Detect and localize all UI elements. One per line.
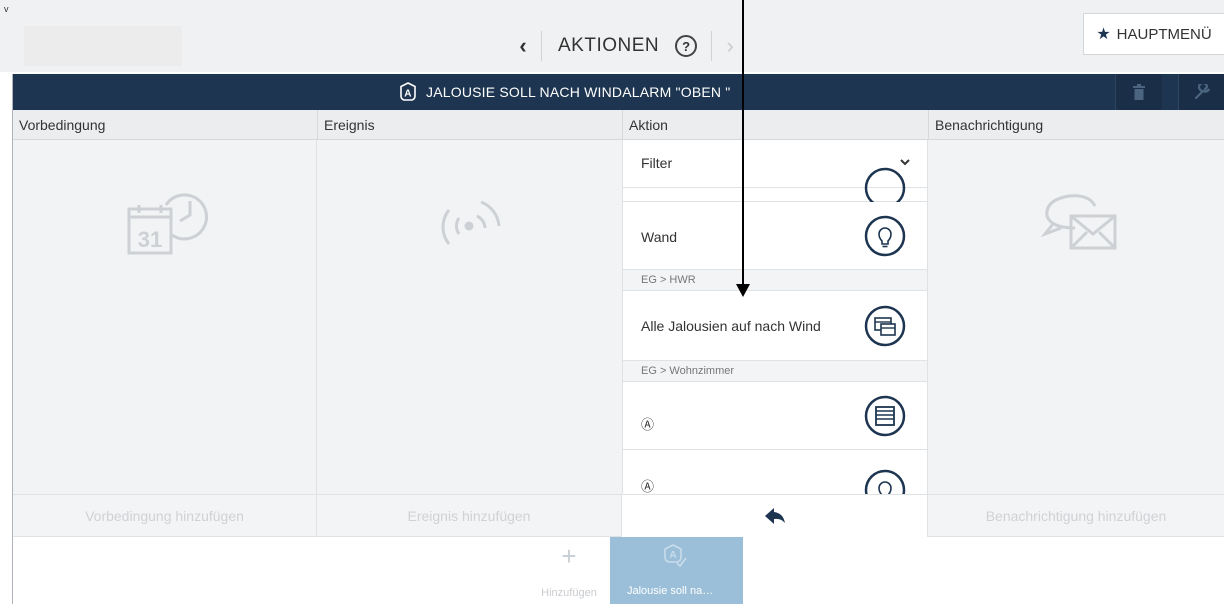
automation-icon: A xyxy=(400,82,416,101)
list-item[interactable]: Alle Jalousien auf nach Wind xyxy=(623,291,927,361)
filter-label: Filter xyxy=(641,155,673,171)
add-label: Hinzufügen xyxy=(541,587,597,599)
corner-mark: v xyxy=(4,4,9,14)
main-menu-label: HAUPTMENÜ xyxy=(1116,25,1212,43)
column-header-benachrichtigung: Benachrichtigung xyxy=(928,110,1224,140)
column-header-ereignis: Ereignis xyxy=(317,110,623,140)
trash-icon xyxy=(1133,84,1145,100)
active-tab-label: Jalousie soll na… xyxy=(627,585,714,597)
list-item[interactable]: Ⓐ xyxy=(623,450,927,494)
message-mail-icon xyxy=(1041,194,1117,250)
annotation-arrow-head xyxy=(736,284,750,297)
annotation-arrow-line xyxy=(742,0,744,288)
page-navigation: ‹ AKTIONEN ? › xyxy=(505,30,748,62)
add-benachrichtigung-button[interactable]: Benachrichtigung hinzufügen xyxy=(928,495,1224,537)
back-button[interactable]: ‹ xyxy=(505,30,541,62)
active-automation-tab[interactable]: A Jalousie soll na… xyxy=(610,537,743,604)
logo-placeholder xyxy=(24,26,182,66)
list-item-label: Wand xyxy=(641,229,678,245)
svg-text:31: 31 xyxy=(138,227,162,252)
bottom-tab-bar: + Hinzufügen A Jalousie soll na… xyxy=(13,537,1224,604)
add-vorbedingung-button[interactable]: Vorbedingung hinzufügen xyxy=(13,495,317,537)
svg-text:A: A xyxy=(669,550,676,561)
list-item[interactable]: Ⓐ xyxy=(623,382,927,450)
list-item[interactable]: Wand xyxy=(623,202,927,270)
automation-icon: A xyxy=(664,544,687,568)
blind-icon xyxy=(864,395,906,437)
automation-title-text: JALOUSIE SOLL NACH WINDALARM "OBEN " xyxy=(426,84,731,100)
ereignis-area xyxy=(317,140,623,494)
blind-group-icon xyxy=(864,305,906,347)
list-item-label: Alle Jalousien auf nach Wind xyxy=(641,318,821,334)
wrench-icon xyxy=(1194,84,1210,100)
column-footer: Vorbedingung hinzufügen Ereignis hinzufü… xyxy=(13,494,1224,537)
action-list: Filter Wand EG > HWR Alle Jalousien auf … xyxy=(622,140,928,494)
add-automation-button[interactable]: + Hinzufügen xyxy=(528,537,610,604)
back-to-action-button[interactable] xyxy=(622,495,928,537)
list-item[interactable] xyxy=(623,167,927,209)
bulb-icon xyxy=(864,215,906,257)
page-title: AKTIONEN xyxy=(558,35,660,56)
delete-button[interactable] xyxy=(1115,74,1162,110)
list-item-label: Ⓐ xyxy=(641,417,655,432)
room-header: EG > HWR xyxy=(623,270,927,291)
room-header: EG > Wohnzimmer xyxy=(623,361,927,382)
svg-text:A: A xyxy=(404,89,411,100)
settings-button[interactable] xyxy=(1178,74,1224,110)
list-item-label: Ⓐ xyxy=(641,479,655,494)
column-header-vorbedingung: Vorbedingung xyxy=(19,117,106,133)
column-headers: Vorbedingung Ereignis Aktion Benachricht… xyxy=(13,110,1224,140)
vorbedingung-area: 31 xyxy=(13,140,317,494)
signal-icon xyxy=(441,200,501,245)
add-ereignis-button[interactable]: Ereignis hinzufügen xyxy=(317,495,622,537)
help-button[interactable]: ? xyxy=(675,35,698,57)
bulb-icon xyxy=(864,469,906,494)
star-icon: ★ xyxy=(1096,26,1111,43)
automation-title: A JALOUSIE SOLL NACH WINDALARM "OBEN " xyxy=(398,74,730,110)
top-bar: v ‹ AKTIONEN ? › ★ HAUPTMENÜ xyxy=(0,0,1224,72)
column-header-aktion: Aktion xyxy=(622,110,928,140)
automation-title-bar: A JALOUSIE SOLL NACH WINDALARM "OBEN " xyxy=(13,74,1224,110)
calendar-clock-icon: 31 xyxy=(127,193,208,255)
main-menu-button[interactable]: ★ HAUPTMENÜ xyxy=(1083,13,1224,55)
reply-arrow-icon xyxy=(764,508,785,524)
plus-icon: + xyxy=(561,541,577,571)
benachrichtigung-area xyxy=(928,140,1224,494)
